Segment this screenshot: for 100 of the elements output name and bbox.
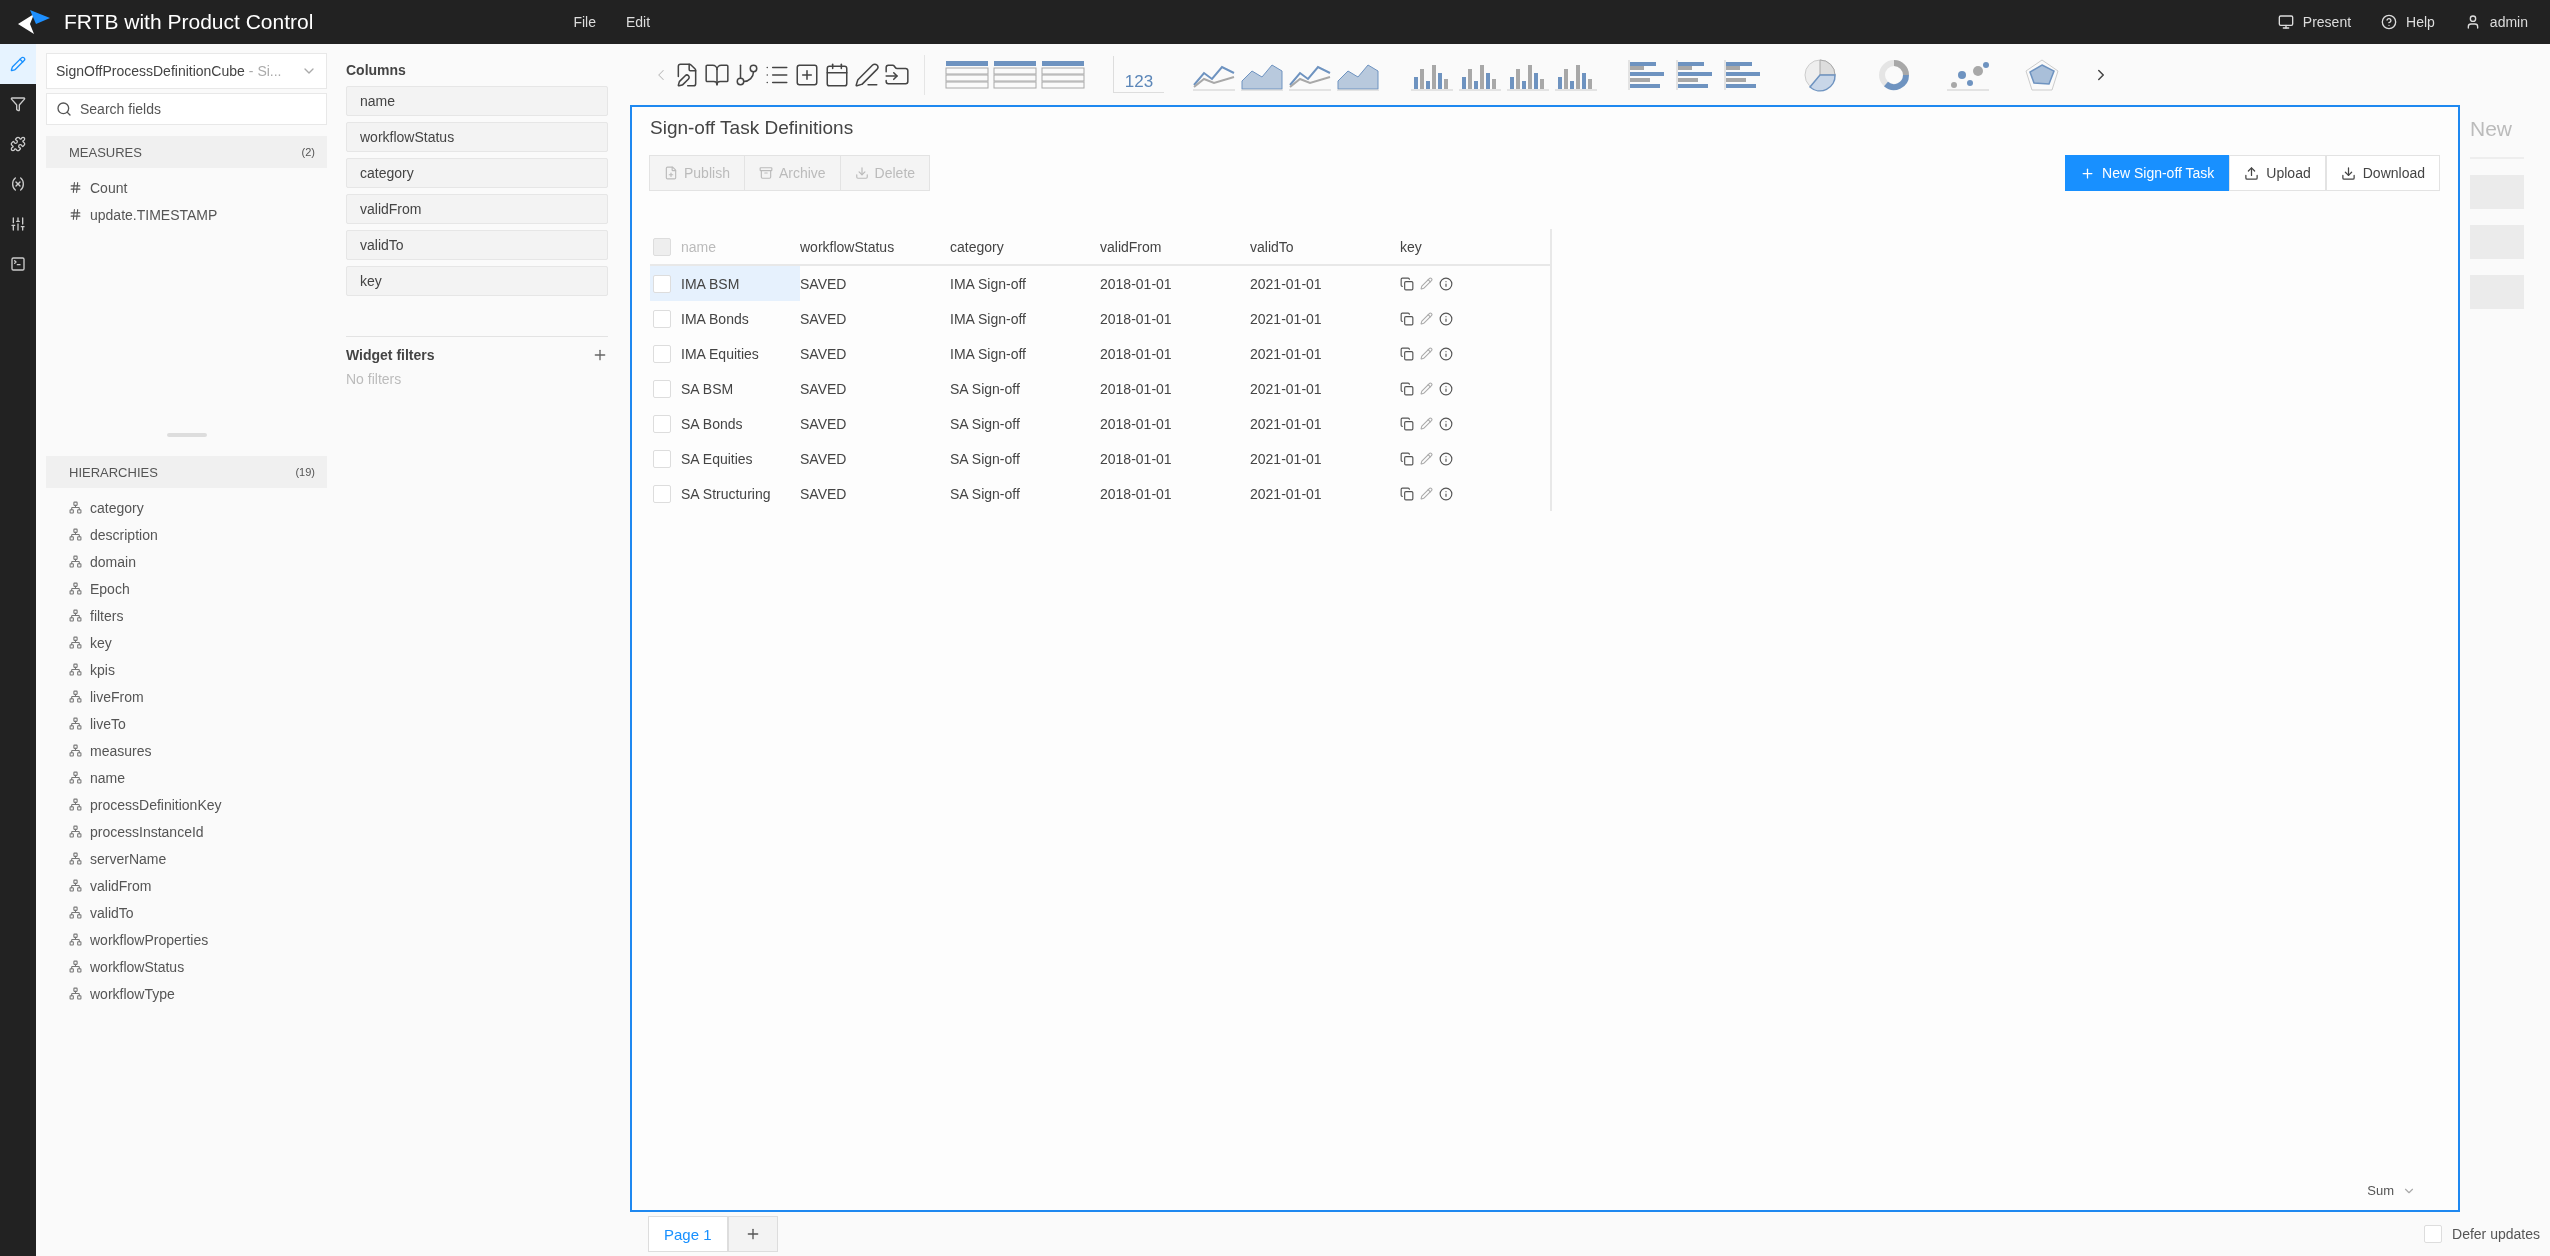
hierarchy-item[interactable]: key <box>69 629 327 656</box>
plus-icon <box>2080 165 2096 181</box>
info-icon[interactable] <box>1439 451 1453 466</box>
hierarchy-item[interactable]: liveTo <box>69 710 327 737</box>
column-chip[interactable]: name <box>346 86 608 116</box>
hierarchy-item[interactable]: description <box>69 521 327 548</box>
column-header[interactable]: category <box>950 229 1100 264</box>
add-icon[interactable] <box>592 347 608 363</box>
hierarchy-icon <box>69 609 82 622</box>
hierarchy-icon <box>69 798 82 811</box>
column-chip[interactable]: workflowStatus <box>346 122 608 152</box>
section-header[interactable]: HIERARCHIES (19) <box>46 456 327 488</box>
hierarchy-item[interactable]: kpis <box>69 656 327 683</box>
hierarchy-item[interactable]: name <box>69 764 327 791</box>
row-checkbox[interactable] <box>653 309 671 328</box>
table-cell-text: 2021-01-01 <box>1250 274 1323 294</box>
table-cell-text: SA Sign-off <box>950 379 1021 399</box>
side-panel-label: New <box>2470 117 2513 141</box>
book-icon[interactable] <box>704 61 730 88</box>
app-logo <box>16 8 52 36</box>
hierarchy-item[interactable]: validTo <box>69 899 327 926</box>
edit-icon[interactable] <box>1420 382 1433 395</box>
table-cell-text: IMA Sign-off <box>950 344 1027 364</box>
edit-icon[interactable] <box>1420 417 1433 430</box>
cube-select[interactable]: SignOffProcessDefinitionCube - Si... <box>46 53 327 89</box>
measure-item[interactable]: Count <box>69 174 327 201</box>
hierarchy-item[interactable]: liveFrom <box>69 683 327 710</box>
measure-item[interactable]: update.TIMESTAMP <box>69 201 327 228</box>
hierarchy-icon <box>69 555 82 568</box>
edit-icon[interactable] <box>1420 487 1433 500</box>
column-chip[interactable]: validTo <box>346 230 608 260</box>
hierarchy-icon <box>69 501 82 514</box>
field-label: workflowType <box>90 985 175 1002</box>
aggregation-select[interactable]: Sum <box>2367 1183 2416 1198</box>
hierarchy-item[interactable]: measures <box>69 737 327 764</box>
info-icon[interactable] <box>1439 486 1453 501</box>
column-chip[interactable]: category <box>346 158 608 188</box>
menu-item[interactable]: File <box>573 14 596 30</box>
edit-icon[interactable] <box>1420 452 1433 465</box>
hierarchy-item[interactable]: Epoch <box>69 575 327 602</box>
info-icon[interactable] <box>1439 311 1453 326</box>
section-header[interactable]: MEASURES (2) <box>46 136 327 168</box>
search-box[interactable]: Search fields <box>46 93 327 125</box>
info-icon[interactable] <box>1439 276 1453 291</box>
hierarchy-item[interactable]: processInstanceId <box>69 818 327 845</box>
edit-icon[interactable] <box>1420 312 1433 325</box>
hierarchy-item[interactable]: filters <box>69 602 327 629</box>
field-label: workflowStatus <box>90 958 185 975</box>
column-chip[interactable]: key <box>346 266 608 296</box>
column-header[interactable]: validFrom <box>1100 229 1250 264</box>
row-checkbox[interactable] <box>653 379 671 398</box>
field-label: key <box>90 634 112 651</box>
row-checkbox[interactable] <box>653 484 671 503</box>
download-button[interactable]: Download <box>2325 155 2440 191</box>
branch-icon[interactable] <box>734 61 760 88</box>
calendar-icon[interactable] <box>824 61 850 88</box>
edit-icon <box>10 56 26 72</box>
hierarchy-item[interactable]: processDefinitionKey <box>69 791 327 818</box>
copy-icon[interactable] <box>1400 381 1414 396</box>
hierarchy-item[interactable]: workflowStatus <box>69 953 327 980</box>
hierarchy-item[interactable]: workflowType <box>69 980 327 1007</box>
hierarchy-item[interactable]: serverName <box>69 845 327 872</box>
pen-icon[interactable] <box>854 61 880 88</box>
column-header[interactable]: workflowStatus <box>800 229 950 264</box>
table-cell-text: SA Sign-off <box>950 414 1021 434</box>
field-label: filters <box>90 607 124 624</box>
hierarchy-icon <box>69 879 82 892</box>
edit-icon[interactable] <box>1420 347 1433 360</box>
copy-icon[interactable] <box>1400 346 1414 361</box>
search-field[interactable]: Search fields <box>78 100 317 118</box>
copy-icon[interactable] <box>1400 276 1414 291</box>
row-checkbox[interactable] <box>653 414 671 433</box>
terminal-icon <box>10 256 26 272</box>
info-icon[interactable] <box>1439 381 1453 396</box>
user-link[interactable]: admin <box>2464 14 2528 30</box>
defer-updates-checkbox[interactable]: Defer updates <box>2424 1225 2540 1243</box>
hierarchy-item[interactable]: category <box>69 494 327 521</box>
present-link[interactable]: Present <box>2277 14 2352 30</box>
hierarchy-item[interactable]: workflowProperties <box>69 926 327 953</box>
upload-button[interactable]: Upload <box>2229 155 2326 191</box>
info-icon[interactable] <box>1439 416 1453 431</box>
table-cell: SA Equities <box>650 441 800 476</box>
column-header[interactable]: validTo <box>1250 229 1400 264</box>
row-checkbox[interactable] <box>653 449 671 468</box>
help-link[interactable]: Help <box>2381 14 2435 30</box>
copy-icon[interactable] <box>1400 486 1414 501</box>
column-chip[interactable]: validFrom <box>346 194 608 224</box>
copy-icon[interactable] <box>1400 311 1414 326</box>
hierarchy-item[interactable]: domain <box>69 548 327 575</box>
row-checkbox[interactable] <box>653 274 671 293</box>
column-header[interactable]: key <box>1400 229 1550 264</box>
info-icon[interactable] <box>1439 346 1453 361</box>
edit-icon[interactable] <box>1420 277 1433 290</box>
copy-icon[interactable] <box>1400 416 1414 431</box>
menu-item[interactable]: Edit <box>625 14 651 30</box>
empty-filters-text: No filters <box>346 371 403 387</box>
row-checkbox[interactable] <box>653 344 671 363</box>
copy-icon[interactable] <box>1400 451 1414 466</box>
hierarchy-item[interactable]: validFrom <box>69 872 327 899</box>
add-widget-icon[interactable] <box>794 61 820 88</box>
